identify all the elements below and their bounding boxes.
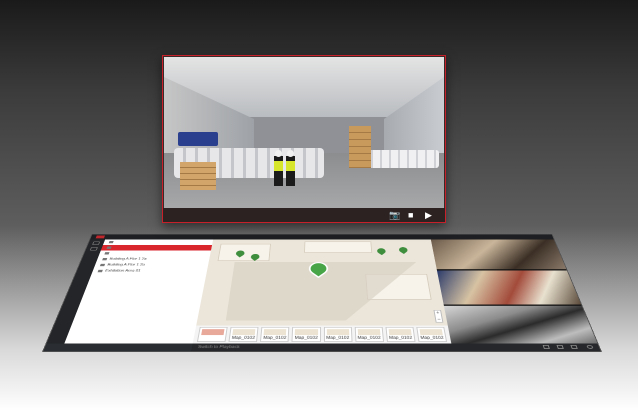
layout-icon[interactable] xyxy=(542,344,550,349)
live-view-grid xyxy=(430,239,598,344)
folder-icon xyxy=(108,240,114,244)
folder-icon xyxy=(104,252,110,255)
view-icon[interactable] xyxy=(92,241,101,245)
play-icon[interactable]: ▶ xyxy=(425,210,432,220)
map-pin-icon[interactable] xyxy=(397,245,410,254)
map-pin-icon[interactable] xyxy=(375,247,388,256)
camera-icon[interactable]: 📷 xyxy=(389,210,400,220)
map-thumb[interactable]: Map_0102 xyxy=(291,326,321,342)
map-icon xyxy=(102,257,108,261)
fullscreen-icon[interactable] xyxy=(570,344,578,349)
brand-logo xyxy=(95,235,105,239)
camera-tile[interactable] xyxy=(443,305,598,344)
folder-icon xyxy=(106,246,112,249)
tree-item[interactable]: Exhibition Area 01 xyxy=(92,268,208,274)
map-building xyxy=(304,241,373,253)
map-thumbnail-strip: Map_0102 Map_0102 Map_0102 Map_0102 Map_… xyxy=(192,325,452,344)
popup-controls: 📷 ■ ▶ xyxy=(163,208,445,222)
map-icon xyxy=(97,269,103,273)
switch-to-playback-button[interactable]: Switch to Playback xyxy=(197,345,239,350)
record-icon[interactable]: ■ xyxy=(408,210,413,220)
map-icon[interactable] xyxy=(89,247,98,251)
vms-client-window: Building A Flor 1 2a Building A Flor 1 2… xyxy=(42,234,602,352)
map-thumb[interactable]: Map_0102 xyxy=(323,326,353,342)
camera-tile[interactable] xyxy=(436,270,581,305)
map-thumb[interactable]: Map_0102 xyxy=(354,326,384,342)
e-map[interactable]: + − Map_0102 Map_0102 Map_0102 Map_0102 M… xyxy=(192,239,452,344)
map-thumb[interactable]: Map_0102 xyxy=(416,326,448,342)
live-video-popup[interactable]: 📷 ■ ▶ xyxy=(162,55,446,223)
worker xyxy=(286,150,295,186)
worker xyxy=(274,150,283,186)
map-thumb[interactable]: Map_0102 xyxy=(228,326,259,342)
app-frame: Building A Flor 1 2a Building A Flor 1 2… xyxy=(42,234,602,352)
map-icon xyxy=(99,263,106,267)
map-thumb[interactable]: Map_0102 xyxy=(260,326,290,342)
warehouse-live-feed xyxy=(164,57,444,208)
map-thumb[interactable] xyxy=(196,326,228,342)
map-thumb[interactable]: Map_0102 xyxy=(385,326,416,342)
bottom-bar: Switch to Playback xyxy=(191,343,601,352)
settings-icon[interactable] xyxy=(586,344,594,349)
camera-tile[interactable] xyxy=(430,239,567,270)
window-icon[interactable] xyxy=(556,344,564,349)
screen: Building A Flor 1 2a Building A Flor 1 2… xyxy=(0,0,638,411)
zoom-control[interactable]: + − xyxy=(433,309,444,323)
